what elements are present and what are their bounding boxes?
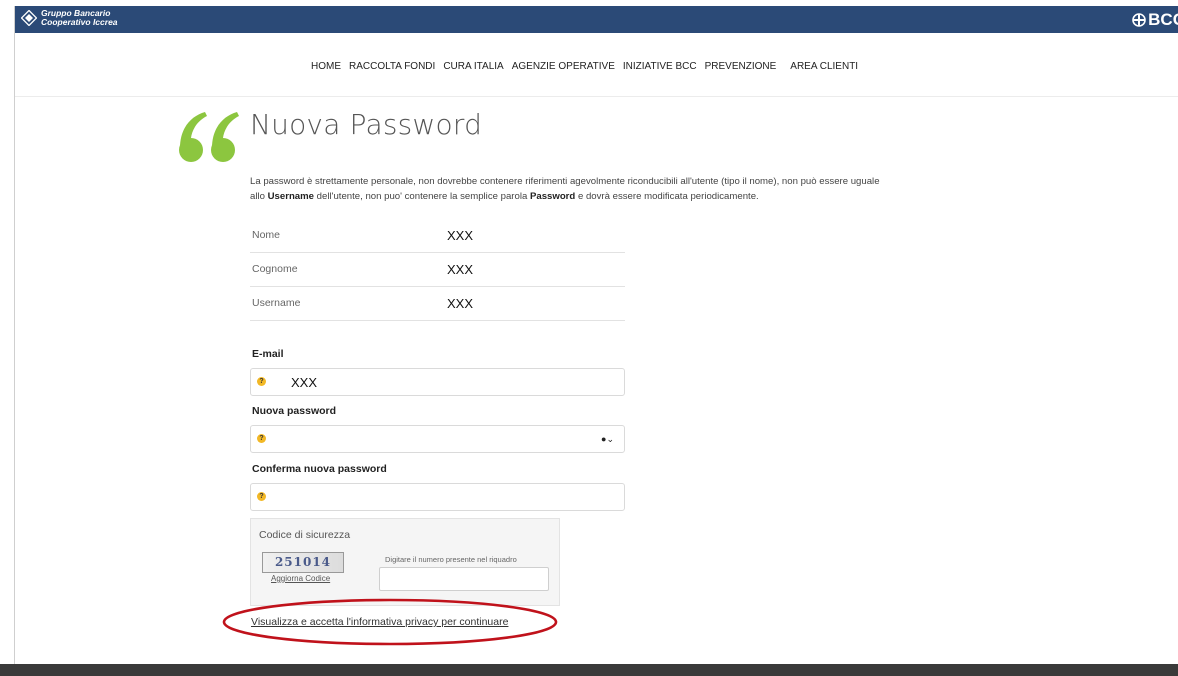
page-title: Nuova Password	[250, 108, 483, 141]
help-icon[interactable]: ?	[257, 377, 266, 386]
nav-item-raccolta-fondi[interactable]: RACCOLTA FONDI	[349, 61, 435, 72]
main-navigation: HOME RACCOLTA FONDI CURA ITALIA AGENZIE …	[15, 33, 1178, 97]
diamond-logo-icon	[21, 10, 37, 26]
confirm-password-label: Conferma nuova password	[252, 463, 387, 475]
bcc-logo[interactable]: BCC	[1132, 10, 1178, 30]
group-logo[interactable]: Gruppo Bancario Cooperativo Iccrea	[21, 9, 118, 27]
cognome-label: Cognome	[252, 263, 298, 275]
password-policy-text: La password è strettamente personale, no…	[250, 174, 1010, 204]
bcc-cross-icon	[1132, 13, 1146, 27]
username-label: Username	[252, 297, 301, 309]
nav-item-agenzie-operative[interactable]: AGENZIE OPERATIVE	[512, 61, 615, 72]
intro-text-e: e dovrà essere modificata periodicamente…	[575, 191, 759, 202]
intro-text-a: allo	[250, 191, 268, 202]
confirm-password-field[interactable]: ?	[250, 483, 625, 511]
nome-label: Nome	[252, 229, 281, 241]
captcha-box: Codice di sicurezza 251014 Aggiorna Codi…	[250, 518, 560, 606]
intro-line-1: La password è strettamente personale, no…	[250, 176, 880, 187]
brand-line-2: Cooperativo Iccrea	[41, 17, 118, 27]
nav-item-iniziative-bcc[interactable]: INIZIATIVE BCC	[623, 61, 697, 72]
red-highlight-circle	[222, 598, 558, 646]
captcha-title: Codice di sicurezza	[259, 529, 351, 541]
intro-text-c: dell'utente, non puo' contenere la sempl…	[314, 191, 530, 202]
refresh-captcha-link[interactable]: Aggiorna Codice	[271, 574, 330, 583]
nav-item-cura-italia[interactable]: CURA ITALIA	[443, 61, 503, 72]
intro-line-2: allo Username dell'utente, non puo' cont…	[250, 189, 1010, 204]
nav-item-prevenzione[interactable]: PREVENZIONE	[705, 61, 777, 72]
help-icon[interactable]: ?	[257, 434, 266, 443]
captcha-hint: Digitare il numero presente nel riquadro	[385, 555, 517, 564]
footer-bar	[0, 664, 1178, 676]
cognome-value: XXX	[447, 262, 474, 277]
email-field[interactable]: ? XXX	[250, 368, 625, 396]
browser-frame: Gruppo Bancario Cooperativo Iccrea BCC H…	[14, 6, 1178, 676]
nome-value: XXX	[447, 228, 474, 243]
email-value: XXX	[291, 375, 318, 390]
bcc-logo-text: BCC	[1148, 10, 1178, 29]
new-password-label: Nuova password	[252, 405, 337, 417]
nav-item-home[interactable]: HOME	[311, 61, 341, 72]
password-key-icon[interactable]: ●⌄	[601, 434, 614, 445]
quote-mark-icon	[179, 112, 239, 162]
help-icon[interactable]: ?	[257, 492, 266, 501]
info-row-username: Username XXX	[250, 286, 625, 321]
captcha-image: 251014	[262, 552, 344, 573]
nav-list: HOME RACCOLTA FONDI CURA ITALIA AGENZIE …	[311, 61, 866, 72]
nav-item-area-clienti[interactable]: AREA CLIENTI	[790, 61, 858, 72]
username-value: XXX	[447, 296, 474, 311]
info-row-nome: Nome XXX	[250, 218, 625, 253]
group-brand-text: Gruppo Bancario Cooperativo Iccrea	[41, 9, 118, 27]
intro-bold-password: Password	[529, 191, 576, 202]
email-label: E-mail	[252, 348, 284, 360]
new-password-field[interactable]: ? ●⌄	[250, 425, 625, 453]
captcha-input[interactable]	[379, 567, 549, 591]
info-row-cognome: Cognome XXX	[250, 252, 625, 287]
intro-bold-username: Username	[267, 191, 315, 202]
top-bar: Gruppo Bancario Cooperativo Iccrea BCC	[15, 6, 1178, 33]
